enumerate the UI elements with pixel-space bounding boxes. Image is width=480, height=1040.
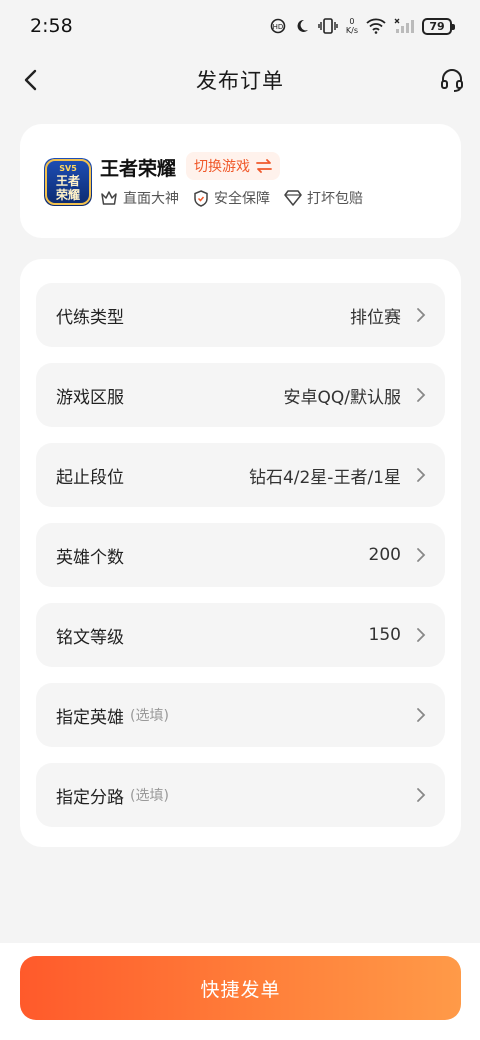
badge-label: 打坏包赔: [307, 191, 363, 207]
row-boost-type[interactable]: 代练类型 排位赛: [36, 283, 445, 347]
row-label: 游戏区服: [56, 387, 124, 408]
shield-icon: [194, 189, 208, 207]
row-optional-hint: (选填): [130, 788, 169, 804]
crown-icon: [101, 191, 117, 205]
customer-service-button[interactable]: [438, 66, 466, 94]
signal-icon: [394, 18, 414, 34]
wifi-icon: [366, 18, 386, 34]
badge-label: 直面大神: [123, 191, 179, 207]
chevron-left-icon: [24, 69, 37, 91]
chevron-right-icon: [415, 707, 427, 723]
row-value: 150: [368, 625, 401, 645]
status-time: 2:58: [30, 15, 73, 37]
svg-text:荣耀: 荣耀: [55, 187, 80, 202]
bottom-bar: 快捷发单: [0, 943, 480, 1040]
game-logo: SV5 王者 荣耀: [44, 158, 92, 206]
net-speed-unit: K/s: [345, 26, 358, 35]
chevron-right-icon: [415, 307, 427, 323]
page-title: 发布订单: [196, 69, 284, 93]
switch-game-label: 切换游戏: [194, 159, 250, 175]
badge-direct-master: 直面大神: [100, 188, 179, 208]
badge-compensation: 打坏包赔: [284, 188, 363, 208]
row-specified-lane[interactable]: 指定分路 (选填): [36, 763, 445, 827]
game-logo-tag: SV5: [59, 164, 77, 173]
back-button[interactable]: [16, 66, 44, 94]
row-specified-hero[interactable]: 指定英雄 (选填): [36, 683, 445, 747]
row-value: 200: [368, 545, 401, 565]
row-value: 安卓QQ/默认服: [283, 387, 402, 408]
row-label: 代练类型: [56, 307, 124, 328]
row-value: 钻石4/2星-王者/1星: [248, 467, 401, 488]
switch-game-button[interactable]: 切换游戏: [186, 152, 280, 180]
chevron-right-icon: [415, 627, 427, 643]
status-icons: HD 0 K/s 79: [270, 17, 455, 35]
row-label: 指定英雄: [56, 707, 124, 728]
row-game-server[interactable]: 游戏区服 安卓QQ/默认服: [36, 363, 445, 427]
row-rune-level[interactable]: 铭文等级 150: [36, 603, 445, 667]
row-label: 铭文等级: [56, 627, 124, 648]
badge-label: 安全保障: [214, 191, 270, 207]
data-saver-icon: HD: [270, 18, 286, 34]
status-bar: 2:58 HD 0 K/s 79: [0, 0, 480, 52]
vibrate-icon: [318, 18, 338, 34]
row-optional-hint: (选填): [130, 708, 169, 724]
svg-text:HD: HD: [273, 23, 284, 31]
net-speed-value: 0: [349, 17, 355, 26]
quick-submit-button[interactable]: 快捷发单: [20, 956, 461, 1020]
row-value: 排位赛: [350, 307, 401, 328]
net-speed: 0 K/s: [346, 17, 358, 35]
swap-icon: [256, 159, 272, 173]
moon-icon: [294, 18, 310, 34]
diamond-icon: [284, 190, 302, 206]
row-label: 指定分路: [56, 787, 124, 808]
svg-text:王者: 王者: [56, 173, 80, 188]
row-rank-range[interactable]: 起止段位 钻石4/2星-王者/1星: [36, 443, 445, 507]
game-name: 王者荣耀: [100, 158, 177, 180]
chevron-right-icon: [415, 467, 427, 483]
chevron-right-icon: [415, 387, 427, 403]
row-hero-count[interactable]: 英雄个数 200: [36, 523, 445, 587]
battery-icon: 79: [422, 17, 455, 35]
badge-security: 安全保障: [193, 188, 270, 208]
chevron-right-icon: [415, 787, 427, 803]
nav-bar: 发布订单: [0, 52, 480, 108]
order-form: 代练类型 排位赛 游戏区服 安卓QQ/默认服 起止段位 钻石4/2星-王者/1星…: [20, 259, 461, 847]
row-label: 英雄个数: [56, 547, 124, 568]
badges: 直面大神 安全保障 打坏包赔: [100, 188, 363, 208]
chevron-right-icon: [415, 547, 427, 563]
row-label: 起止段位: [56, 467, 124, 488]
headset-icon: [441, 69, 463, 92]
game-card: SV5 王者 荣耀 王者荣耀 切换游戏 直面大神 安全保障 打坏包赔: [20, 124, 461, 238]
